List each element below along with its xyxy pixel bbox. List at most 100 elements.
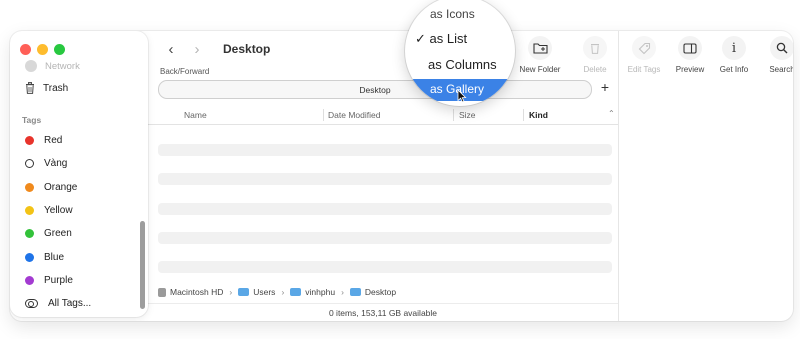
preview-icon — [678, 36, 702, 60]
tag-list: Red Vàng Orange Yellow Green Blue Purple… — [25, 129, 91, 315]
sidebar-item-tag-yellow[interactable]: Yellow — [25, 199, 91, 222]
new-folder-button[interactable]: New Folder — [513, 36, 567, 74]
folder-icon — [238, 288, 250, 296]
tag-label: Purple — [44, 274, 73, 286]
chevron-right-icon: › — [194, 40, 200, 58]
path-bar-label: Desktop — [359, 84, 391, 95]
breadcrumb-item[interactable]: vinhphu — [305, 287, 335, 297]
close-window-button[interactable] — [20, 44, 31, 55]
window-controls — [20, 44, 65, 55]
globe-icon — [25, 60, 37, 72]
tag-label: Orange — [44, 181, 78, 193]
sidebar-item-tag-red[interactable]: Red — [25, 129, 91, 152]
tag-color-dot-icon — [25, 206, 34, 216]
column-header-size[interactable]: Size — [459, 110, 476, 120]
get-info-label: Get Info — [719, 65, 749, 74]
sidebar-item-tag-orange[interactable]: Orange — [25, 176, 91, 199]
back-button[interactable]: ‹ — [158, 39, 184, 59]
window-title: Desktop — [223, 42, 271, 56]
tag-color-dot-icon — [25, 229, 34, 239]
menu-item-as-columns[interactable]: as Columns — [405, 55, 515, 75]
menu-item-label: as List — [429, 31, 468, 46]
zoom-window-button[interactable] — [54, 44, 65, 55]
mouse-cursor-icon — [457, 89, 467, 106]
breadcrumb-item[interactable]: Macintosh HD — [170, 287, 223, 297]
sidebar-item-tag-green[interactable]: Green — [25, 222, 91, 245]
empty-row — [158, 144, 612, 156]
column-divider[interactable] — [323, 109, 324, 121]
sidebar-item-trash[interactable]: Trash — [25, 82, 68, 94]
breadcrumb-item[interactable]: Users — [253, 287, 275, 297]
tag-color-dot-icon — [25, 159, 34, 169]
column-header-kind[interactable]: Kind — [529, 110, 548, 120]
forward-button[interactable]: › — [184, 39, 210, 59]
column-divider[interactable] — [523, 109, 524, 121]
trash-icon — [583, 36, 607, 60]
new-folder-icon — [528, 36, 552, 60]
tag-label: Red — [44, 135, 63, 147]
empty-row — [158, 261, 612, 274]
tag-label: Green — [44, 228, 72, 240]
tag-label: All Tags... — [48, 298, 92, 310]
tag-color-dot-icon — [25, 275, 34, 285]
preview-pane-divider — [618, 31, 619, 321]
tags-heading: Tags — [22, 115, 42, 125]
search-button[interactable]: Search — [755, 36, 793, 74]
empty-row — [158, 231, 612, 244]
checkmark-icon: ✓ — [415, 31, 426, 46]
get-info-button[interactable]: i Get Info — [707, 36, 761, 74]
chevron-right-icon: › — [229, 287, 233, 297]
sidebar-item-network[interactable]: Network — [25, 60, 80, 72]
sidebar-item-tag-vang[interactable]: Vàng — [25, 152, 91, 175]
delete-label: Delete — [583, 65, 607, 74]
info-icon: i — [722, 36, 746, 60]
breadcrumb-item[interactable]: Desktop — [365, 287, 396, 297]
column-divider[interactable] — [453, 109, 454, 121]
delete-button[interactable]: Delete — [568, 36, 622, 74]
add-tab-button[interactable]: + — [598, 79, 612, 95]
nav-buttons: ‹ › — [158, 39, 210, 59]
menu-item-label: as Columns — [428, 57, 497, 72]
folder-icon — [290, 288, 302, 296]
column-header-name[interactable]: Name — [184, 110, 207, 120]
file-list — [158, 144, 612, 290]
sidebar-item-tag-blue[interactable]: Blue — [25, 245, 91, 268]
all-tags-icon — [25, 299, 38, 309]
plus-icon: + — [600, 79, 610, 95]
menu-item-as-icons[interactable]: as Icons — [405, 5, 515, 23]
sidebar-item-label: Network — [45, 60, 80, 72]
finder-window: Network Trash Tags Red Vàng Orange Yello… — [10, 31, 793, 321]
empty-row — [158, 202, 612, 215]
tag-icon — [632, 36, 656, 60]
chevron-left-icon: ‹ — [168, 40, 174, 58]
back-forward-label: Back/Forward — [160, 67, 210, 76]
trash-icon — [26, 82, 34, 94]
status-bar: 0 items, 153,11 GB available — [148, 303, 618, 321]
tag-label: Yellow — [44, 205, 73, 217]
path-bar[interactable]: Desktop — [158, 80, 592, 99]
empty-row — [158, 173, 612, 186]
tag-label: Blue — [44, 251, 65, 263]
column-headers: Name Date Modified Size Kind ⌃ — [148, 106, 618, 125]
breadcrumb: Macintosh HD › Users › vinhphu › Desktop — [158, 287, 396, 297]
hard-drive-icon — [158, 287, 166, 297]
sidebar-item-all-tags[interactable]: All Tags... — [25, 292, 91, 315]
new-folder-label: New Folder — [519, 65, 561, 74]
chevron-right-icon: › — [341, 287, 344, 297]
sidebar-scrollbar[interactable] — [140, 221, 145, 309]
search-label: Search — [769, 65, 793, 74]
chevron-right-icon: › — [281, 287, 285, 297]
menu-item-label: as Icons — [430, 7, 475, 21]
tag-color-dot-icon — [25, 252, 34, 262]
tag-label: Vàng — [44, 158, 68, 170]
search-icon — [770, 36, 793, 60]
tag-color-dot-icon — [25, 182, 34, 192]
sidebar-item-tag-purple[interactable]: Purple — [25, 269, 91, 292]
minimize-window-button[interactable] — [37, 44, 48, 55]
menu-item-as-list[interactable]: ✓ as List — [405, 29, 515, 49]
column-header-date-modified[interactable]: Date Modified — [328, 110, 380, 120]
tag-color-dot-icon — [25, 136, 34, 146]
sort-ascending-icon: ⌃ — [608, 109, 615, 118]
sidebar: Network Trash Tags Red Vàng Orange Yello… — [10, 31, 148, 317]
folder-icon — [349, 288, 361, 296]
